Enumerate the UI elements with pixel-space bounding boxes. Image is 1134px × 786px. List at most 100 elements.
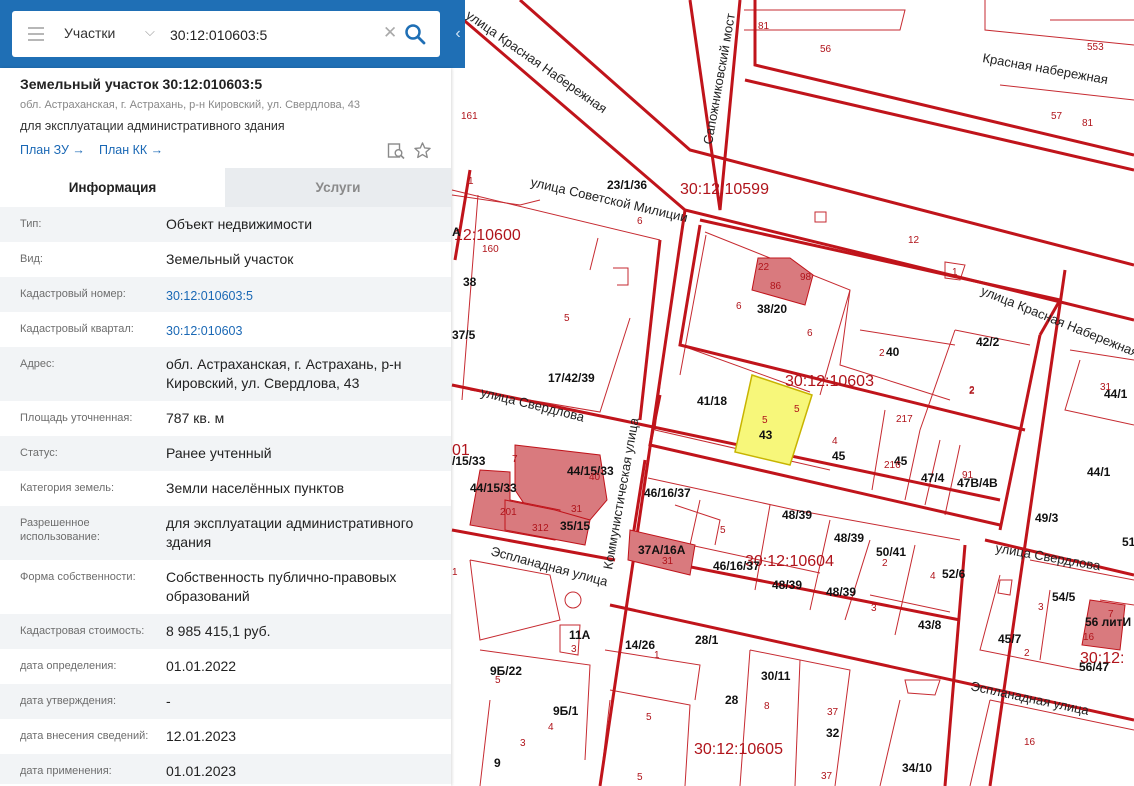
plot-number: 160 bbox=[482, 244, 499, 255]
plot-number: 2 bbox=[882, 558, 888, 569]
house-number: 35/15 bbox=[560, 519, 590, 533]
house-number: 37/5 bbox=[452, 328, 476, 342]
house-number: 54/5 bbox=[1052, 590, 1076, 604]
detail-row: Кадастровая стоимость: 8 985 415,1 руб. bbox=[0, 614, 451, 649]
house-number: 30/11 bbox=[761, 669, 791, 683]
chevron-down-icon[interactable]: ⌵ bbox=[145, 24, 155, 40]
plot-number: 31 bbox=[1100, 382, 1112, 393]
plot-number: 4 bbox=[930, 571, 936, 582]
detail-label: Вид: bbox=[20, 253, 43, 265]
detail-value: Ранее учтенный bbox=[166, 445, 272, 461]
search-category[interactable]: Участки bbox=[64, 25, 115, 41]
plot-number: 91 bbox=[962, 470, 974, 481]
house-number: 9 bbox=[494, 756, 501, 770]
plot-number: 217 bbox=[896, 414, 913, 425]
plot-number: 3 bbox=[871, 603, 877, 614]
house-number: 28 bbox=[725, 693, 739, 707]
plot-number: 6 bbox=[637, 216, 643, 227]
plan-kk-link[interactable]: План КК → bbox=[99, 143, 163, 157]
plot-number: 1 bbox=[654, 650, 660, 661]
preview-icon[interactable] bbox=[387, 142, 405, 160]
menu-icon[interactable] bbox=[28, 27, 44, 41]
plot-number: 31 bbox=[571, 504, 583, 515]
plot-number: 4 bbox=[832, 436, 838, 447]
parcel-title: Земельный участок 30:12:010603:5 bbox=[20, 76, 263, 92]
detail-value: для эксплуатации административного здани… bbox=[166, 515, 414, 550]
plot-number: 553 bbox=[1087, 42, 1104, 53]
house-number: 23/1/36 bbox=[607, 178, 647, 192]
parcel-use: для эксплуатации административного здани… bbox=[20, 119, 285, 133]
detail-row: Форма собственности: Собственность публич… bbox=[0, 560, 451, 614]
detail-row: Тип: Объект недвижимости bbox=[0, 207, 451, 242]
house-number: 45/7 bbox=[998, 632, 1022, 646]
house-number: 46/16/37 bbox=[644, 486, 691, 500]
detail-row: Кадастровый номер: 30:12:010603:5 bbox=[0, 277, 451, 312]
detail-value: 01.01.2022 bbox=[166, 658, 237, 674]
detail-label: Адрес: bbox=[20, 358, 55, 370]
plot-number: 6 bbox=[736, 301, 742, 312]
house-number: 32 bbox=[826, 726, 840, 740]
house-number: 38 bbox=[463, 275, 477, 289]
house-number: 50/41 bbox=[876, 545, 906, 559]
detail-value: Земельный участок bbox=[166, 251, 294, 267]
star-icon[interactable] bbox=[413, 141, 432, 160]
detail-value: Земли населённых пунктов bbox=[166, 480, 345, 496]
plot-number: 2 bbox=[879, 348, 885, 359]
detail-value: обл. Астраханская, г. Астрахань, р-н Кир… bbox=[166, 356, 402, 391]
detail-row: Адрес: обл. Астраханская, г. Астрахань, р… bbox=[0, 347, 451, 401]
plot-number: 31 bbox=[662, 556, 674, 567]
detail-value: 12.01.2023 bbox=[166, 728, 237, 744]
search-icon[interactable] bbox=[404, 23, 426, 45]
quarter-label: 30:12:10605 bbox=[694, 741, 783, 758]
detail-label: Категория земель: bbox=[20, 482, 115, 494]
house-number: 9Б/1 bbox=[553, 704, 579, 718]
plot-number: 7 bbox=[1108, 609, 1114, 620]
plot-number: 1 bbox=[952, 267, 958, 278]
detail-label: Форма собственности: bbox=[20, 571, 136, 583]
search-input[interactable] bbox=[168, 20, 384, 50]
house-number: 52/6 bbox=[942, 567, 966, 581]
detail-label: дата применения: bbox=[20, 765, 112, 777]
plot-number: 5 bbox=[794, 404, 800, 415]
plot-number: 3 bbox=[520, 738, 526, 749]
detail-value-link[interactable]: 30:12:010603 bbox=[166, 322, 441, 341]
clear-icon[interactable]: ✕ bbox=[383, 23, 397, 43]
house-number: 48/39 bbox=[772, 578, 802, 592]
house-number: 37А/16А bbox=[638, 543, 686, 557]
collapse-panel-icon[interactable]: ‹ bbox=[451, 18, 465, 50]
house-number: 41/18 bbox=[697, 394, 727, 408]
plan-zu-link[interactable]: План ЗУ → bbox=[20, 143, 85, 157]
detail-row: Вид: Земельный участок bbox=[0, 242, 451, 277]
plot-number: 7 bbox=[512, 454, 518, 465]
detail-label: дата определения: bbox=[20, 660, 117, 672]
house-number: 48/39 bbox=[834, 531, 864, 545]
plot-number: 12 bbox=[908, 235, 920, 246]
detail-value: - bbox=[166, 693, 171, 709]
house-number: 14/26 bbox=[625, 638, 655, 652]
detail-value-link[interactable]: 30:12:010603:5 bbox=[166, 287, 441, 306]
house-number: 38/20 bbox=[757, 302, 787, 316]
quarter-label: 12:10600 bbox=[454, 227, 521, 244]
detail-row: Категория земель: Земли населённых пункто… bbox=[0, 471, 451, 506]
plot-number: 5 bbox=[646, 712, 652, 723]
plot-number: 56 bbox=[820, 44, 832, 55]
house-number: 48/39 bbox=[782, 508, 812, 522]
detail-row: Площадь уточненная: 787 кв. м bbox=[0, 401, 451, 436]
plot-number: 81 bbox=[1082, 118, 1094, 129]
house-number: А bbox=[452, 225, 461, 239]
plot-number: 81 bbox=[758, 21, 770, 32]
plot-number: 6 bbox=[807, 328, 813, 339]
house-number: 48/39 bbox=[826, 585, 856, 599]
plot-number: 57 bbox=[1051, 111, 1063, 122]
detail-label: Кадастровый квартал: bbox=[20, 323, 134, 335]
plot-number: 3 bbox=[1038, 602, 1044, 613]
house-number: 17/42/39 bbox=[548, 371, 595, 385]
house-number: 56/47 bbox=[1079, 660, 1109, 674]
tab-services[interactable]: Услуги bbox=[225, 168, 451, 207]
detail-row: дата применения: 01.01.2023 bbox=[0, 754, 451, 784]
house-number: 49/3 bbox=[1035, 511, 1059, 525]
plot-number: 312 bbox=[532, 523, 549, 534]
plot-number: 1 bbox=[452, 567, 458, 578]
tab-information[interactable]: Информация bbox=[0, 168, 225, 207]
house-number: 44/1 bbox=[1087, 465, 1111, 479]
